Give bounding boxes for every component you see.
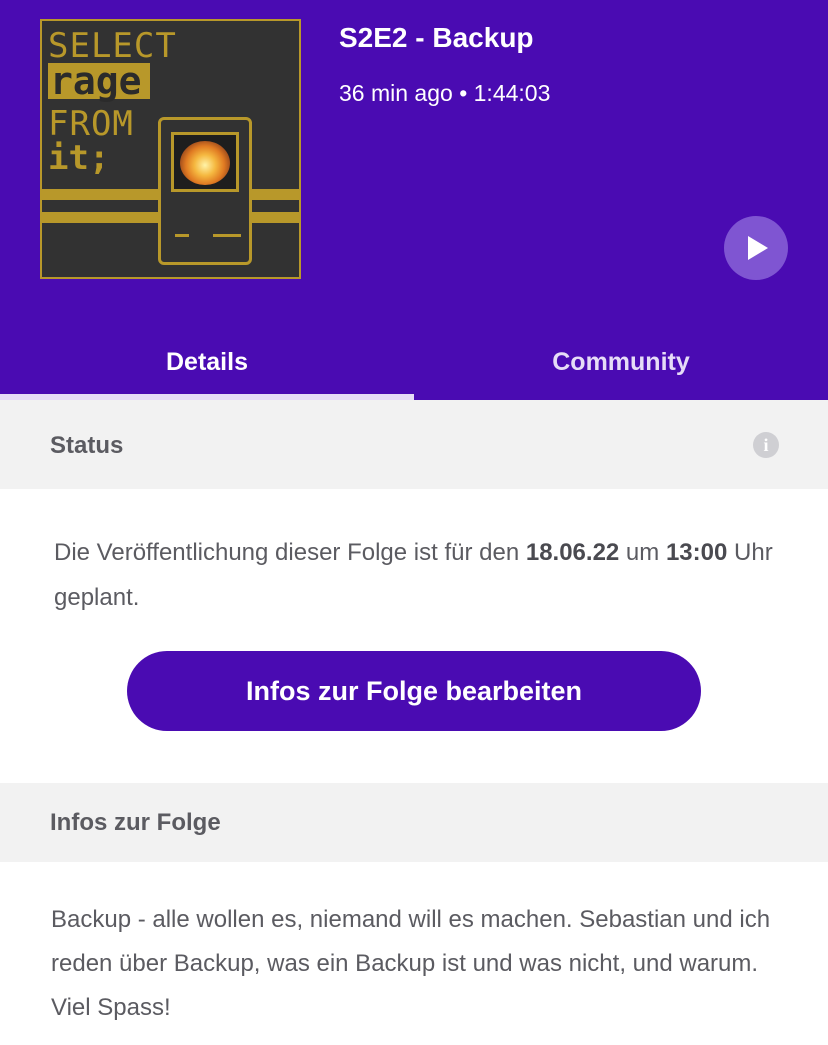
info-icon[interactable]: i [753, 432, 779, 458]
cover-text-line1: SELECT [48, 26, 177, 66]
scheduled-date: 18.06.22 [525, 539, 620, 566]
podcast-cover-art: SELECT rage FROM it; [40, 19, 301, 279]
cover-slot [213, 234, 241, 237]
status-section-header: Status [0, 400, 828, 489]
cover-screen [171, 132, 239, 192]
cover-slot [175, 234, 189, 237]
explosion-graphic [180, 141, 230, 185]
tab-details[interactable]: Details [0, 330, 414, 400]
cover-text-line3: FROM [48, 104, 134, 144]
info-heading: Infos zur Folge [50, 809, 221, 836]
episode-description: Backup - alle wollen es, niemand will es… [51, 906, 771, 1021]
info-section-header: Infos zur Folge [0, 783, 828, 862]
play-button[interactable] [724, 216, 788, 280]
tab-community[interactable]: Community [414, 330, 828, 400]
status-heading: Status [50, 432, 124, 459]
status-message: Die Veröffentlichung dieser Folge ist fü… [54, 530, 774, 620]
cover-text-line2: rage [48, 62, 150, 100]
episode-header: SELECT rage FROM it; S2E2 - Backup 36 mi… [0, 0, 828, 400]
status-text-mid: um [619, 539, 666, 566]
cover-text-line4: it; [48, 138, 110, 178]
play-icon [748, 236, 768, 260]
episode-title: S2E2 - Backup [339, 22, 534, 53]
status-text-before: Die Veröffentlichung dieser Folge ist fü… [54, 539, 526, 566]
cover-computer-graphic [158, 117, 252, 265]
edit-episode-info-button[interactable]: Infos zur Folge bearbeiten [127, 651, 701, 731]
scheduled-time: 13:00 [665, 539, 728, 566]
episode-meta: 36 min ago • 1:44:03 [339, 80, 551, 106]
